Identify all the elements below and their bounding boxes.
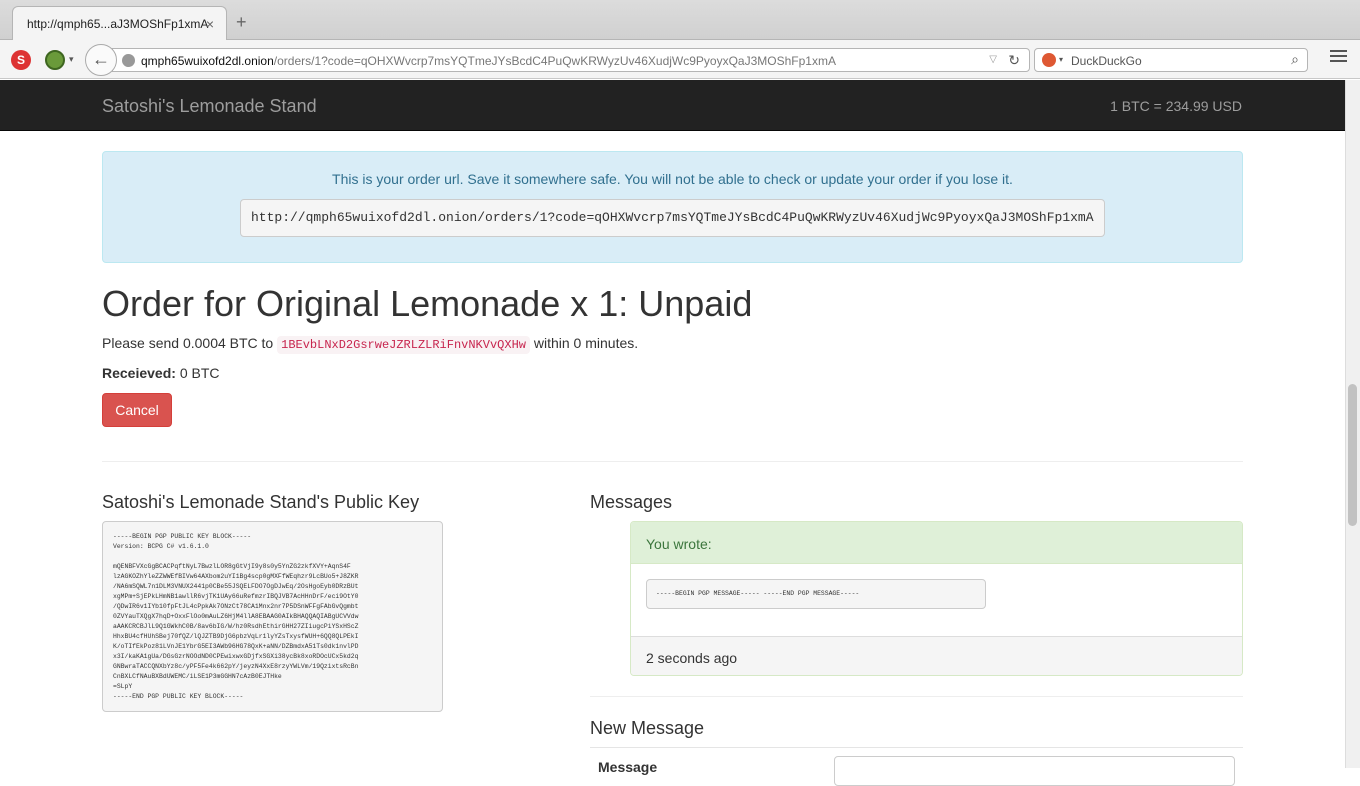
message-heading: You wrote:: [631, 522, 1242, 564]
received-label: Receieved:: [102, 365, 176, 381]
hamburger-menu-icon[interactable]: [1330, 50, 1347, 64]
message-label: Message: [598, 759, 658, 775]
order-title: Order for Original Lemonade x 1: Unpaid: [102, 283, 753, 324]
order-url-alert: This is your order url. Save it somewher…: [102, 151, 1243, 263]
key-line: K/oTIfEkPoz81LVnJE1YbrG5EI3AWb96HG78QxK+…: [113, 643, 359, 650]
key-line: xgMPm+SjEPkLHmNB1awllR6vjTK1UAy66uRefmzr…: [113, 593, 359, 600]
btc-address[interactable]: 1BEvbLNxD2GsrweJZRLZLRiFnvNKVvQXHw: [277, 336, 530, 354]
key-line: x3I/kaKA1gUa/DGsGzrNOOdND0CPEwixwxGDjfxS…: [113, 653, 359, 660]
scrollbar-thumb[interactable]: [1348, 384, 1357, 526]
browser-tab[interactable]: http://qmph65...aJ3MOShFp1xmA ×: [12, 6, 227, 40]
message-input[interactable]: [834, 756, 1235, 786]
divider: [102, 461, 1243, 462]
send-prefix: Please send 0.0004 BTC to: [102, 335, 274, 351]
browser-toolbar: S ▾ qmph65wuixofd2dl.onion/orders/1?code…: [0, 40, 1360, 79]
key-line: /NA6mSQWL7n1DLM3VNUX2441p0CBe55JSQELFDO7…: [113, 583, 359, 590]
back-button[interactable]: ←: [85, 44, 117, 76]
key-line: aAAKCRCBJlL9Q1GWkhC0B/8av6bIG/W/hz0RsdhE…: [113, 623, 359, 630]
public-key-title: Satoshi's Lemonade Stand's Public Key: [102, 492, 420, 512]
divider: [590, 696, 1243, 697]
chevron-down-icon[interactable]: ▾: [69, 54, 74, 65]
tab-close-icon[interactable]: ×: [206, 16, 214, 32]
key-line: -----END PGP PUBLIC KEY BLOCK-----: [113, 693, 244, 700]
alert-text: This is your order url. Save it somewher…: [332, 171, 1013, 187]
received-value: 0 BTC: [179, 365, 220, 381]
tab-title: http://qmph65...aJ3MOShFp1xmA: [27, 17, 209, 31]
key-line: CnBXLCfNAuBXBdUWEMC/iLSE1P3mGGHN7cAzB0EJ…: [113, 673, 282, 680]
search-bar[interactable]: ▾ DuckDuckGo ⌕: [1034, 48, 1308, 72]
key-line: /QDwIR6v1IYb10fpFtJL4cPpkAk7ONzCt78CA1Mn…: [113, 603, 359, 610]
message-body: -----BEGIN PGP MESSAGE----- -----END PGP…: [631, 564, 1242, 636]
divider: [590, 747, 1243, 748]
key-line: mQENBFVXcGgBCACPqftNyL7BwzlLOR8gGtVjI9y8…: [113, 563, 351, 570]
new-tab-icon[interactable]: +: [236, 13, 247, 31]
site-navbar: Satoshi's Lemonade Stand 1 BTC = 234.99 …: [0, 80, 1345, 131]
key-line: -----BEGIN PGP PUBLIC KEY BLOCK-----: [113, 533, 252, 540]
key-line: lzAGKOZhYleZZWWEfBIVw64AXbom2uYI1Bg4scp0…: [113, 573, 359, 580]
search-engine-dropdown-icon[interactable]: ▾: [1059, 55, 1063, 64]
search-icon[interactable]: ⌕: [1291, 51, 1299, 68]
key-line: [113, 552, 432, 562]
messages-title: Messages: [590, 492, 673, 512]
url-path: /orders/1?code=qOHXWvcrp7msYQTmeJYsBcdC4…: [273, 54, 836, 68]
url-bar[interactable]: qmph65wuixofd2dl.onion/orders/1?code=qOH…: [112, 48, 1030, 72]
cancel-button[interactable]: Cancel: [102, 393, 172, 427]
globe-icon: [122, 54, 135, 67]
message-panel: You wrote: -----BEGIN PGP MESSAGE----- -…: [630, 521, 1243, 676]
s-extension-icon[interactable]: S: [11, 50, 31, 70]
exchange-rate: 1 BTC = 234.99 USD: [1110, 98, 1242, 114]
new-message-title: New Message: [590, 718, 705, 738]
public-key-block[interactable]: -----BEGIN PGP PUBLIC KEY BLOCK----- Ver…: [102, 521, 443, 712]
received-amount: Receieved: 0 BTC: [102, 365, 220, 381]
payment-instruction: Please send 0.0004 BTC to 1BEvbLNxD2Gsrw…: [102, 335, 639, 354]
back-arrow-icon: ←: [92, 49, 110, 69]
message-content[interactable]: -----BEGIN PGP MESSAGE----- -----END PGP…: [646, 579, 986, 609]
url-dropdown-icon[interactable]: ▽: [989, 54, 997, 65]
url-host: qmph65wuixofd2dl.onion: [141, 54, 274, 68]
browser-tab-bar: http://qmph65...aJ3MOShFp1xmA × +: [0, 0, 1360, 40]
key-line: Version: BCPG C# v1.6.1.0: [113, 543, 209, 550]
order-url-box[interactable]: http://qmph65wuixofd2dl.onion/orders/1?c…: [240, 199, 1105, 237]
key-line: HhxBU4cfHUhSBej70fQZ/lQJZTB9DjG6pbzVqLr1…: [113, 633, 359, 640]
message-timestamp: 2 seconds ago: [631, 636, 1242, 675]
key-line: =SLpY: [113, 683, 133, 690]
send-suffix: within 0 minutes.: [533, 335, 639, 351]
onion-icon[interactable]: [45, 50, 65, 70]
duckduckgo-icon[interactable]: [1042, 53, 1056, 67]
reload-icon[interactable]: ↻: [1008, 52, 1020, 69]
search-placeholder: DuckDuckGo: [1071, 54, 1142, 68]
key-line: GNBwraTACCQNXbYz8c/yPF5Fe4k662pY/jeyzN4X…: [113, 663, 359, 670]
site-brand[interactable]: Satoshi's Lemonade Stand: [102, 96, 317, 117]
key-line: 0ZVYauTXQgX7hqD+OxxFlOo0mAuLZ6HjM4llA8EB…: [113, 613, 359, 620]
